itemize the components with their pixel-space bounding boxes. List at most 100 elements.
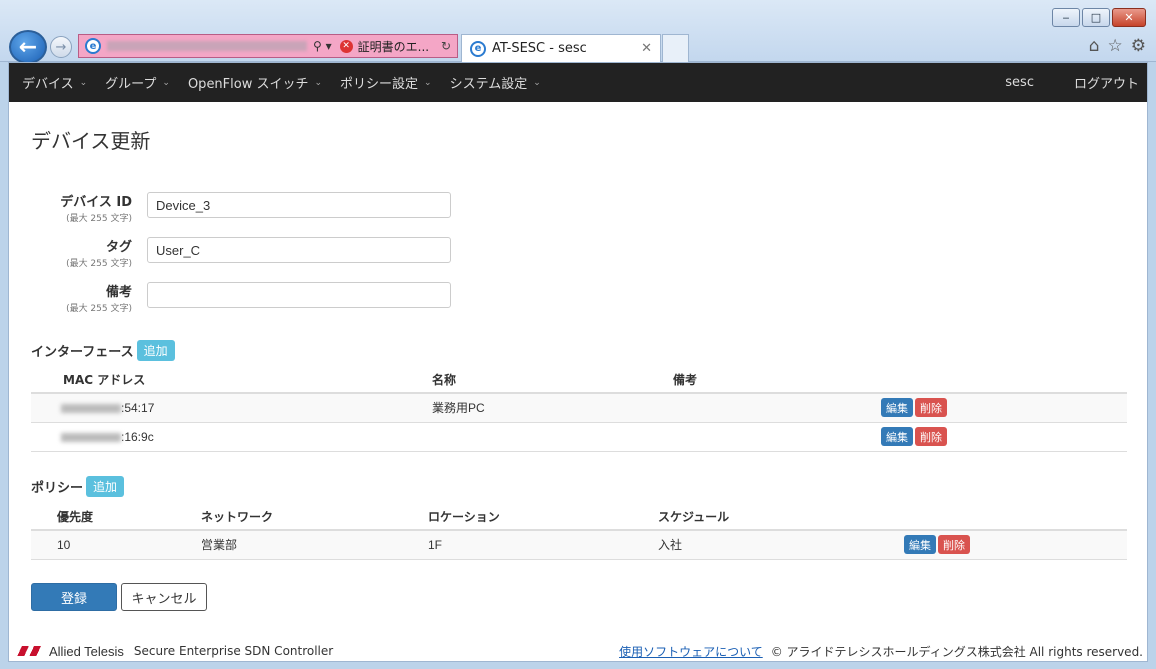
column-header: ネットワーク bbox=[201, 504, 428, 531]
refresh-icon[interactable]: ↻ bbox=[441, 39, 451, 53]
certificate-error-icon: ✕ bbox=[339, 39, 353, 53]
mac-cell: :16:9c bbox=[31, 422, 432, 452]
policy-table: 優先度 ネットワーク ロケーション スケジュール 10 営業部 1F 入社 編集… bbox=[31, 504, 1127, 560]
allied-telesis-logo-icon bbox=[15, 646, 45, 656]
add-policy-button[interactable]: 追加 bbox=[86, 476, 125, 497]
column-header: スケジュール bbox=[658, 504, 904, 531]
note-cell bbox=[673, 393, 807, 423]
chevron-down-icon: ⌄ bbox=[533, 77, 541, 88]
interface-section-label: インターフェース bbox=[31, 345, 134, 360]
back-button[interactable]: ← bbox=[9, 30, 47, 64]
tag-label: タグ bbox=[105, 240, 132, 255]
window-controls: ‒ □ ✕ bbox=[1052, 8, 1146, 27]
note-input[interactable] bbox=[147, 282, 451, 308]
nav-label: OpenFlow スイッチ bbox=[187, 77, 309, 92]
device-id-row: デバイス ID (最大 255 文字) bbox=[9, 191, 132, 224]
forward-button[interactable]: → bbox=[50, 36, 72, 58]
ie-icon: e bbox=[85, 38, 101, 54]
device-id-label: デバイス ID bbox=[60, 195, 132, 210]
column-header: 優先度 bbox=[31, 504, 201, 531]
column-header: 備考 bbox=[673, 367, 807, 394]
nav-label: グループ bbox=[105, 77, 157, 92]
table-row: :54:17 業務用PC 編集 削除 bbox=[31, 393, 1127, 423]
interface-section: インターフェース 追加 bbox=[31, 340, 175, 361]
home-icon[interactable]: ⌂ bbox=[1089, 36, 1100, 56]
page-content: デバイス ⌄ グループ ⌄ OpenFlow スイッチ ⌄ ポリシー設定 ⌄ システム設… bbox=[8, 62, 1148, 662]
submit-button[interactable]: 登録 bbox=[31, 583, 117, 611]
nav-groups[interactable]: グループ ⌄ bbox=[96, 73, 179, 92]
chevron-down-icon: ⌄ bbox=[424, 77, 432, 88]
nav-label: ポリシー設定 bbox=[340, 77, 419, 92]
gear-icon[interactable]: ⚙ bbox=[1131, 36, 1146, 56]
tag-input[interactable] bbox=[147, 237, 451, 263]
redacted-text bbox=[61, 432, 121, 442]
actions-cell: 編集 削除 bbox=[904, 530, 1127, 560]
note-cell bbox=[673, 422, 807, 452]
nav-system-settings[interactable]: システム設定 ⌄ bbox=[441, 73, 550, 92]
tag-hint: (最大 255 文字) bbox=[66, 259, 132, 269]
note-row: 備考 (最大 255 文字) bbox=[9, 281, 132, 314]
tab-title: AT-SESC - sesc bbox=[492, 41, 587, 56]
table-row: 10 営業部 1F 入社 編集 削除 bbox=[31, 530, 1127, 560]
close-window-button[interactable]: ✕ bbox=[1112, 8, 1146, 27]
location-cell: 1F bbox=[428, 530, 658, 560]
nav-label: デバイス bbox=[22, 77, 74, 92]
interface-table: MAC アドレス 名称 備考 :54:17 業務用PC 編集削除 :16:9c bbox=[31, 367, 1127, 452]
nav-label: システム設定 bbox=[449, 77, 528, 92]
column-header: 名称 bbox=[432, 367, 673, 394]
nav-openflow-switch[interactable]: OpenFlow スイッチ ⌄ bbox=[179, 73, 331, 92]
policy-section: ポリシー 追加 bbox=[31, 476, 125, 497]
actions-cell: 編集 削除 bbox=[807, 422, 1127, 452]
device-id-hint: (最大 255 文字) bbox=[66, 214, 132, 224]
certificate-error-text[interactable]: 証明書のエ... bbox=[358, 38, 429, 55]
favorites-icon[interactable]: ☆ bbox=[1108, 36, 1123, 56]
edit-button[interactable]: 編集 bbox=[881, 427, 913, 446]
column-header: ロケーション bbox=[428, 504, 658, 531]
nav-devices[interactable]: デバイス ⌄ bbox=[13, 73, 96, 92]
policy-section-label: ポリシー bbox=[31, 481, 84, 496]
name-cell bbox=[432, 422, 673, 452]
redacted-text bbox=[61, 404, 121, 414]
company-logo-text: Allied Telesis bbox=[49, 643, 124, 659]
nav-policy-settings[interactable]: ポリシー設定 ⌄ bbox=[331, 73, 441, 92]
table-row: :16:9c 編集 削除 bbox=[31, 422, 1127, 452]
note-label: 備考 bbox=[105, 285, 132, 300]
delete-button[interactable]: 削除 bbox=[915, 427, 947, 446]
page-title: デバイス更新 bbox=[31, 129, 151, 153]
chevron-down-icon: ⌄ bbox=[314, 77, 323, 88]
column-header: MAC アドレス bbox=[31, 367, 432, 394]
browser-tools: ⌂ ☆ ⚙ bbox=[1089, 36, 1146, 56]
note-hint: (最大 255 文字) bbox=[66, 304, 132, 314]
column-header bbox=[807, 367, 1127, 394]
edit-button[interactable]: 編集 bbox=[881, 398, 913, 418]
footer: Allied Telesis Secure Enterprise SDN Con… bbox=[9, 641, 1147, 661]
address-bar[interactable]: e ⚲ ▾ ✕ 証明書のエ... ↻ bbox=[78, 34, 458, 58]
new-tab-button[interactable] bbox=[662, 34, 689, 62]
device-id-input[interactable] bbox=[147, 192, 451, 218]
tag-row: タグ (最大 255 文字) bbox=[9, 236, 132, 269]
nav-user[interactable]: sesc bbox=[985, 75, 1054, 90]
name-cell: 業務用PC bbox=[432, 393, 673, 423]
chevron-down-icon: ⌄ bbox=[162, 77, 170, 88]
delete-button[interactable]: 削除 bbox=[938, 535, 970, 555]
software-info-link[interactable]: 使用ソフトウェアについて bbox=[619, 643, 763, 660]
add-interface-button[interactable]: 追加 bbox=[136, 340, 175, 361]
chevron-down-icon: ⌄ bbox=[79, 77, 88, 88]
edit-button[interactable]: 編集 bbox=[904, 535, 936, 555]
minimize-button[interactable]: ‒ bbox=[1052, 8, 1080, 27]
search-icon[interactable]: ⚲ ▾ bbox=[313, 39, 332, 53]
ie-icon: e bbox=[470, 40, 486, 57]
priority-cell: 10 bbox=[31, 530, 201, 560]
blurred-url bbox=[107, 41, 307, 51]
column-header bbox=[904, 504, 1127, 531]
network-cell: 営業部 bbox=[201, 530, 428, 560]
delete-button[interactable]: 削除 bbox=[915, 398, 947, 418]
close-tab-icon[interactable]: ✕ bbox=[641, 41, 652, 56]
maximize-button[interactable]: □ bbox=[1082, 8, 1110, 27]
browser-tab[interactable]: e AT-SESC - sesc ✕ bbox=[461, 34, 661, 62]
actions-cell: 編集 削除 bbox=[807, 393, 1127, 423]
window-titlebar: ‒ □ ✕ ← → e ⚲ ▾ ✕ 証明書のエ... ↻ e AT-SESC -… bbox=[0, 0, 1156, 64]
cancel-button[interactable]: キャンセル bbox=[121, 583, 207, 611]
logout-link[interactable]: ログアウト bbox=[1054, 73, 1143, 92]
copyright: © アライドテレシスホールディングス株式会社 All rights reserv… bbox=[770, 644, 1143, 659]
